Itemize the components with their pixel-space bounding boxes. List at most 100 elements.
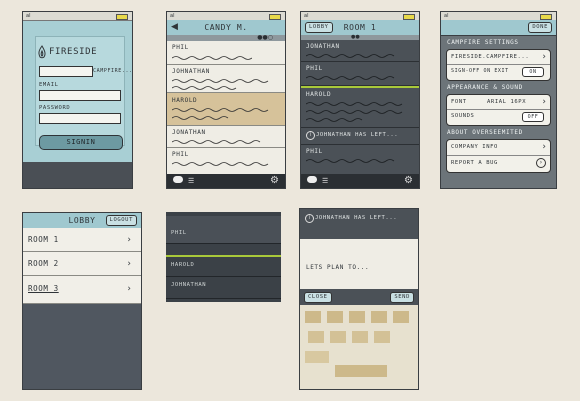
info-icon: i xyxy=(306,131,315,140)
status-bar: al xyxy=(23,12,132,21)
password-label: PASSWORD xyxy=(39,105,71,111)
keyboard-key[interactable] xyxy=(349,311,365,323)
flame-icon xyxy=(38,45,46,59)
keyboard-key[interactable] xyxy=(393,311,409,323)
list-icon[interactable]: ☰ xyxy=(322,177,328,185)
password-field[interactable] xyxy=(39,113,121,124)
sender-name: JOHNATHAN xyxy=(172,68,210,75)
section-header-campfire: CAMPFIRE SETTINGS xyxy=(447,39,519,46)
email-field[interactable] xyxy=(39,90,121,101)
list-item: PHIL xyxy=(166,216,281,244)
appearance-settings-group: FONT ARIAL 16PX › SOUNDS OFF xyxy=(446,94,551,126)
chevron-circle-icon[interactable]: › xyxy=(536,158,546,168)
sender-name: HAROLD xyxy=(306,91,332,98)
room-title: ROOM 1 xyxy=(343,23,377,32)
room-name: ROOM 1 xyxy=(28,235,59,244)
section-header-appearance: APPEARANCE & SOUND xyxy=(447,84,523,91)
chat-bubble-icon[interactable] xyxy=(173,176,183,183)
keyboard-area xyxy=(23,162,132,188)
list-item[interactable]: JONATHAN xyxy=(167,126,285,148)
sender-name: PHIL xyxy=(171,230,187,236)
sounds-label: SOUNDS xyxy=(451,113,475,119)
keyboard-key[interactable] xyxy=(327,311,343,323)
sender-name: JOHNATHAN xyxy=(171,282,207,288)
keyboard-key[interactable] xyxy=(305,351,329,363)
list-item: HAROLD xyxy=(166,257,281,277)
gear-icon[interactable]: ⚙ xyxy=(270,175,279,186)
chevron-right-icon: › xyxy=(127,235,131,245)
send-button[interactable]: SEND xyxy=(390,292,414,303)
signoff-toggle[interactable]: ON xyxy=(522,67,544,77)
keyboard-key[interactable] xyxy=(308,331,324,343)
list-item[interactable]: JONATHAN xyxy=(301,40,419,62)
logout-button[interactable]: LOGOUT xyxy=(105,215,137,226)
gear-icon[interactable]: ⚙ xyxy=(404,175,413,186)
room-list-item[interactable]: ROOM 2 › xyxy=(23,252,141,276)
keyboard-key[interactable] xyxy=(352,331,368,343)
signin-button[interactable]: SIGNIN xyxy=(39,135,123,150)
message-draft-input[interactable]: LETS PLAN TO... xyxy=(306,264,369,271)
list-icon[interactable]: ☰ xyxy=(188,177,194,185)
chevron-right-icon: › xyxy=(542,97,546,107)
login-screen: al FIRESIDE CAMPFIRE... EMAIL PASSWORD S… xyxy=(22,11,133,189)
chevron-right-icon: › xyxy=(542,52,546,62)
email-label: EMAIL xyxy=(39,82,59,88)
system-notice-row: i JOHNATHAN HAS LEFT... xyxy=(301,128,419,145)
settings-screen: al DONE CAMPFIRE SETTINGS FIRESIDE.CAMPF… xyxy=(440,11,557,189)
chevron-right-icon: › xyxy=(127,259,131,269)
keyboard-key[interactable] xyxy=(374,331,390,343)
campfire-settings-group: FIRESIDE.CAMPFIRE... › SIGN-OFF ON EXIT … xyxy=(446,49,551,81)
chevron-right-icon: › xyxy=(542,142,546,152)
chevron-right-icon: › xyxy=(127,284,131,294)
list-item: JOHNATHAN xyxy=(166,277,281,299)
chat-fragment: PHIL HAROLD JOHNATHAN xyxy=(166,212,281,302)
list-item-highlighted[interactable]: HAROLD xyxy=(167,93,285,126)
tab-bar: ☰ ⚙ xyxy=(167,174,285,188)
tab-bar: ☰ ⚙ xyxy=(301,174,419,188)
signal-icon: al xyxy=(444,13,449,19)
system-notice: JOHNATHAN HAS LEFT... xyxy=(315,215,398,221)
close-button[interactable]: CLOSE xyxy=(304,292,332,303)
sounds-toggle[interactable]: OFF xyxy=(522,112,544,122)
sender-name: HAROLD xyxy=(172,97,198,104)
message-header: i JOHNATHAN HAS LEFT... xyxy=(300,209,418,239)
chat-bubble-icon[interactable] xyxy=(307,176,317,183)
nav-bar: DONE xyxy=(441,20,556,36)
list-item[interactable]: PHIL xyxy=(301,145,419,176)
campfire-url-field[interactable]: FIRESIDE.CAMPFIRE... xyxy=(451,52,529,62)
nav-bar: LOBBY ROOM 1 xyxy=(301,20,419,36)
font-label: FONT xyxy=(451,99,467,105)
signal-icon: al xyxy=(304,13,309,19)
sender-name: JONATHAN xyxy=(172,129,206,136)
room-screen: al LOBBY ROOM 1 ●● JONATHAN PHIL HAROLD … xyxy=(300,11,420,189)
sender-name: PHIL xyxy=(306,148,323,155)
about-settings-group: COMPANY INFO › REPORT A BUG › xyxy=(446,139,551,173)
keyboard-key[interactable] xyxy=(305,311,321,323)
campfire-domain-hint: CAMPFIRE... xyxy=(93,68,133,74)
spacebar-key[interactable] xyxy=(335,365,387,377)
campfire-input[interactable] xyxy=(39,66,93,77)
nav-bar: LOBBY LOGOUT xyxy=(23,213,141,229)
report-bug-link[interactable]: REPORT A BUG xyxy=(451,159,498,167)
list-item[interactable]: PHIL xyxy=(167,148,285,176)
room-list-item[interactable]: ROOM 1 › xyxy=(23,228,141,252)
sender-name: PHIL xyxy=(172,44,189,51)
list-item[interactable]: JOHNATHAN xyxy=(167,65,285,93)
sender-name: PHIL xyxy=(306,65,323,72)
keyboard-key[interactable] xyxy=(330,331,346,343)
system-notice: JOHNATHAN HAS LEFT... xyxy=(316,132,399,138)
room-list-item[interactable]: ROOM 3 › xyxy=(23,276,141,304)
list-item[interactable]: PHIL xyxy=(301,62,419,86)
list-item[interactable]: HAROLD xyxy=(301,88,419,128)
battery-icon xyxy=(116,14,128,20)
contact-screen: al ◀ CANDY M. ●●○ PHIL JOHNATHAN HAROLD … xyxy=(166,11,286,189)
font-value[interactable]: ARIAL 16PX xyxy=(487,98,526,106)
room-name: ROOM 2 xyxy=(28,259,59,268)
company-info-link[interactable]: COMPANY INFO xyxy=(451,143,498,151)
list-item[interactable]: PHIL xyxy=(167,41,285,65)
compose-screen: i JOHNATHAN HAS LEFT... LETS PLAN TO... … xyxy=(299,208,419,390)
sender-name: PHIL xyxy=(172,151,189,158)
lobby-screen: LOBBY LOGOUT ROOM 1 › ROOM 2 › ROOM 3 › xyxy=(22,212,142,390)
done-button[interactable]: DONE xyxy=(528,22,552,33)
keyboard-key[interactable] xyxy=(371,311,387,323)
